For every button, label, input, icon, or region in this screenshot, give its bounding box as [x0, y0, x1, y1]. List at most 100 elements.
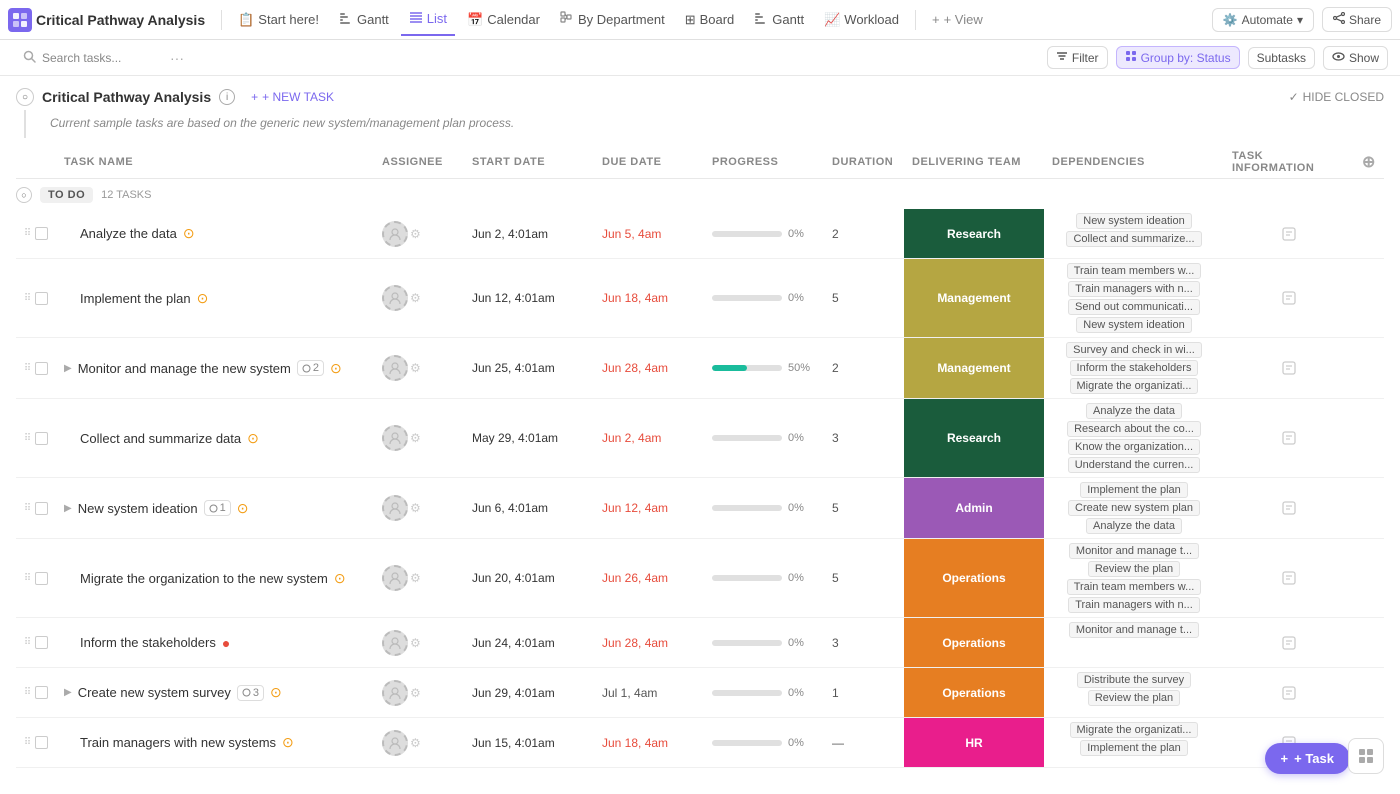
dependency-tag[interactable]: Train managers with n...	[1068, 281, 1200, 297]
task-checkbox[interactable]	[35, 432, 48, 445]
drag-handle[interactable]: ⠿	[24, 293, 31, 304]
dependency-tag[interactable]: Know the organization...	[1068, 439, 1200, 455]
dependency-tag[interactable]: Implement the plan	[1080, 740, 1188, 756]
expand-btn[interactable]: ▶	[64, 687, 72, 698]
dependency-tag[interactable]: Migrate the organizati...	[1070, 722, 1199, 738]
avatar[interactable]	[382, 355, 408, 381]
expand-btn[interactable]: ▶	[64, 503, 72, 514]
drag-handle[interactable]: ⠿	[24, 687, 31, 698]
search-box[interactable]: Search tasks...	[12, 45, 162, 71]
task-name-cell[interactable]: ▶ Create new system survey 3 ⊙	[56, 668, 374, 717]
drag-handle[interactable]: ⠿	[24, 503, 31, 514]
task-checkbox[interactable]	[35, 502, 48, 515]
tab-gantt2[interactable]: Gantt	[746, 4, 812, 36]
drag-handle[interactable]: ⠿	[24, 737, 31, 748]
subtask-badge[interactable]: 1	[204, 500, 231, 516]
tab-list[interactable]: List	[401, 4, 455, 36]
share-btn[interactable]: Share	[1322, 7, 1392, 32]
expand-btn[interactable]: ▶	[64, 363, 72, 374]
task-checkbox[interactable]	[35, 572, 48, 585]
avatar[interactable]	[382, 630, 408, 656]
task-info-cell[interactable]	[1224, 539, 1354, 617]
task-info-cell[interactable]	[1224, 259, 1354, 337]
tab-department[interactable]: By Department	[552, 4, 673, 36]
task-info-cell[interactable]	[1224, 618, 1354, 667]
tab-start[interactable]: 📋 Start here!	[230, 4, 327, 36]
task-name-cell[interactable]: Migrate the organization to the new syst…	[56, 539, 374, 617]
avatar[interactable]	[382, 565, 408, 591]
task-info-cell[interactable]	[1224, 478, 1354, 538]
show-btn[interactable]: Show	[1323, 46, 1388, 70]
group-by-btn[interactable]: Group by: Status	[1116, 46, 1240, 69]
task-name-cell[interactable]: Collect and summarize data ⊙	[56, 399, 374, 477]
avatar[interactable]	[382, 425, 408, 451]
avatar[interactable]	[382, 285, 408, 311]
dependency-tag[interactable]: Monitor and manage t...	[1069, 622, 1199, 638]
avatar[interactable]	[382, 221, 408, 247]
dependency-tag[interactable]: Train managers with n...	[1068, 597, 1200, 613]
tab-gantt1[interactable]: Gantt	[331, 4, 397, 36]
task-checkbox[interactable]	[35, 686, 48, 699]
dependency-tag[interactable]: Review the plan	[1088, 690, 1180, 706]
grid-view-icon[interactable]	[1348, 738, 1384, 774]
drag-handle[interactable]: ⠿	[24, 228, 31, 239]
automate-btn[interactable]: ⚙️ Automate ▾	[1212, 8, 1314, 32]
dependency-tag[interactable]: Create new system plan	[1068, 500, 1200, 516]
dependency-tag[interactable]: New system ideation	[1076, 213, 1192, 229]
task-checkbox[interactable]	[35, 636, 48, 649]
avatar[interactable]	[382, 680, 408, 706]
dependency-tag[interactable]: Implement the plan	[1080, 482, 1188, 498]
task-info-cell[interactable]	[1224, 399, 1354, 477]
collapse-section-btn[interactable]: ○	[16, 187, 32, 203]
dependency-tag[interactable]: Train team members w...	[1067, 579, 1202, 595]
task-info-cell[interactable]	[1224, 209, 1354, 258]
dependency-tag[interactable]: Monitor and manage t...	[1069, 543, 1199, 559]
avatar[interactable]	[382, 495, 408, 521]
more-options-icon[interactable]: ···	[170, 50, 184, 66]
task-checkbox[interactable]	[35, 292, 48, 305]
task-name-cell[interactable]: Analyze the data ⊙	[56, 209, 374, 258]
task-name-cell[interactable]: Implement the plan ⊙	[56, 259, 374, 337]
dependency-tag[interactable]: Review the plan	[1088, 561, 1180, 577]
subtasks-btn[interactable]: Subtasks	[1248, 47, 1315, 69]
dependency-tag[interactable]: Understand the curren...	[1068, 457, 1201, 473]
subtask-badge[interactable]: 3	[237, 685, 264, 701]
dependency-tag[interactable]: Train team members w...	[1067, 263, 1202, 279]
tab-workload[interactable]: 📈 Workload	[816, 4, 907, 36]
drag-handle[interactable]: ⠿	[24, 573, 31, 584]
task-checkbox[interactable]	[35, 227, 48, 240]
tab-board[interactable]: ⊞ Board	[677, 4, 743, 36]
drag-handle[interactable]: ⠿	[24, 363, 31, 374]
dependency-tag[interactable]: Research about the co...	[1067, 421, 1201, 437]
task-checkbox[interactable]	[35, 736, 48, 749]
task-name-cell[interactable]: Inform the stakeholders ●	[56, 618, 374, 667]
info-icon[interactable]: i	[219, 89, 235, 105]
task-name-cell[interactable]: ▶ New system ideation 1 ⊙	[56, 478, 374, 538]
subtask-badge[interactable]: 2	[297, 360, 324, 376]
task-info-cell[interactable]	[1224, 338, 1354, 398]
dependency-tag[interactable]: Analyze the data	[1086, 518, 1182, 534]
drag-handle[interactable]: ⠿	[24, 433, 31, 444]
dependency-tag[interactable]: Survey and check in wi...	[1066, 342, 1202, 358]
add-task-fab[interactable]: + + Task	[1265, 743, 1350, 774]
drag-handle[interactable]: ⠿	[24, 637, 31, 648]
task-name-cell[interactable]: Train managers with new systems ⊙	[56, 718, 374, 767]
task-info-cell[interactable]	[1224, 668, 1354, 717]
task-checkbox[interactable]	[35, 362, 48, 375]
avatar[interactable]	[382, 730, 408, 756]
filter-btn[interactable]: Filter	[1047, 46, 1108, 69]
hide-closed-btn[interactable]: ✓ HIDE CLOSED	[1289, 90, 1384, 104]
task-name-cell[interactable]: ▶ Monitor and manage the new system 2 ⊙	[56, 338, 374, 398]
tab-calendar[interactable]: 📅 Calendar	[459, 4, 548, 36]
dependency-tag[interactable]: Migrate the organizati...	[1070, 378, 1199, 394]
dependency-tag[interactable]: Collect and summarize...	[1066, 231, 1201, 247]
dependency-tag[interactable]: Analyze the data	[1086, 403, 1182, 419]
collapse-project-btn[interactable]: ○	[16, 88, 34, 106]
add-view-btn[interactable]: + + View	[924, 8, 991, 31]
dependency-tag[interactable]: Distribute the survey	[1077, 672, 1191, 688]
th-add-col[interactable]: ⊕	[1354, 152, 1384, 172]
new-task-btn[interactable]: + + NEW TASK	[243, 88, 342, 106]
dependency-tag[interactable]: New system ideation	[1076, 317, 1192, 333]
dependency-tag[interactable]: Inform the stakeholders	[1070, 360, 1199, 376]
dependency-tag[interactable]: Send out communicati...	[1068, 299, 1200, 315]
